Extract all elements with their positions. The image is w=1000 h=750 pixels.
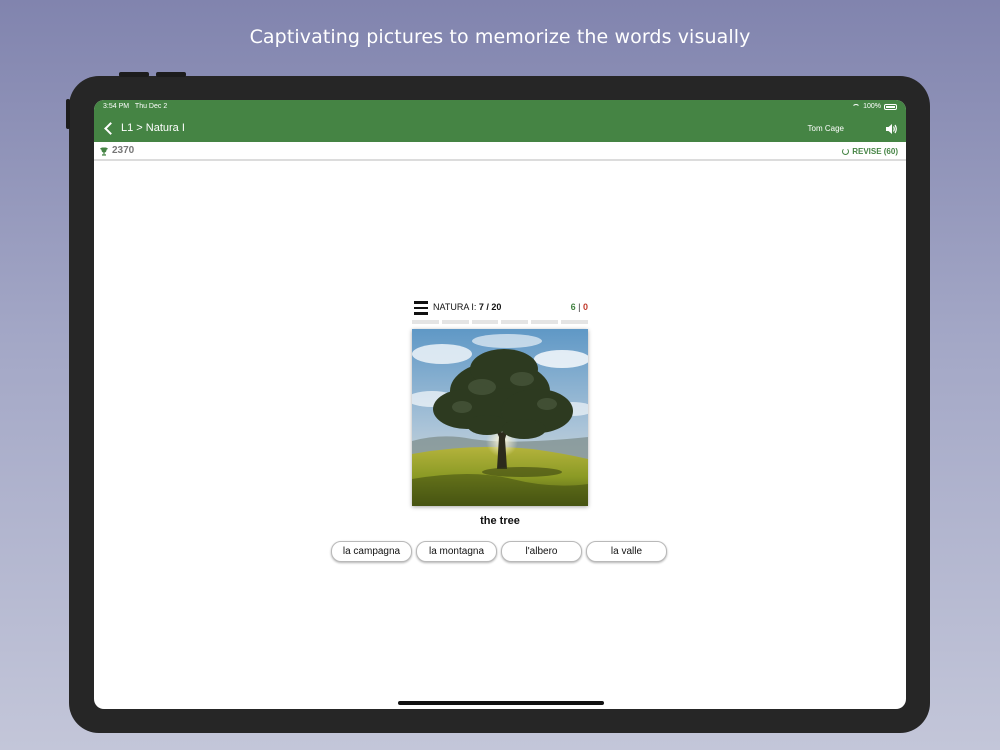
progress-segment: [441, 320, 469, 324]
battery-icon: [884, 103, 897, 110]
correct-count: 6: [570, 302, 576, 312]
progress-segment: [412, 320, 439, 324]
target-word: the tree: [480, 515, 520, 527]
status-right: 100%: [852, 103, 897, 110]
progress-segment: [531, 320, 559, 324]
battery-percent: 100%: [863, 103, 881, 110]
progress-segment: [471, 320, 499, 324]
home-indicator[interactable]: [398, 701, 604, 705]
score-bar: 2370 REVISE (60): [94, 142, 906, 161]
user-name[interactable]: Tom Cage: [808, 124, 844, 133]
lesson-name: NATURA I:: [433, 302, 479, 312]
answer-option[interactable]: la montagna: [416, 541, 497, 562]
date-text: Thu Dec 2: [134, 103, 168, 110]
answer-option[interactable]: la campagna: [331, 541, 412, 562]
hardware-button: [66, 99, 70, 129]
tree-picture: [412, 329, 588, 506]
refresh-icon: [842, 148, 850, 155]
progress-segment: [501, 320, 529, 324]
progress-bar: [412, 320, 588, 324]
tablet-frame: 3:54 PM Thu Dec 2 100% L1 > Natura I Tom…: [66, 72, 930, 733]
nav-bar: L1 > Natura I Tom Cage: [94, 116, 906, 142]
lesson-progress: NATURA I: 7 / 20: [433, 302, 501, 312]
status-time: 3:54 PM Thu Dec 2: [103, 103, 167, 110]
progress-count: 7 / 20: [478, 302, 502, 312]
quiz-header: NATURA I: 7 / 20 6 | 0: [412, 300, 588, 316]
hardware-button: [156, 72, 186, 77]
word-picture: [412, 329, 588, 506]
wifi-icon: [852, 103, 861, 110]
points-total: 2370: [112, 145, 135, 156]
answer-options: la campagna la montagna l'albero la vall…: [331, 541, 669, 562]
speaker-icon[interactable]: [885, 123, 898, 135]
progress-segment: [561, 320, 588, 324]
menu-icon[interactable]: [414, 301, 428, 315]
chevron-left-icon[interactable]: [104, 122, 117, 135]
wrong-count: 0: [582, 302, 588, 312]
hardware-button: [119, 72, 149, 77]
status-bar: 3:54 PM Thu Dec 2 100%: [94, 100, 906, 116]
quiz-score: 6 | 0: [571, 302, 588, 312]
answer-option[interactable]: l'albero: [501, 541, 582, 562]
tagline: Captivating pictures to memorize the wor…: [249, 26, 751, 48]
revise-button[interactable]: REVISE (60): [842, 147, 898, 156]
app-screen: 3:54 PM Thu Dec 2 100% L1 > Natura I Tom…: [94, 100, 906, 709]
answer-option[interactable]: la valle: [586, 541, 667, 562]
score-separator: |: [578, 302, 581, 312]
time-text: 3:54 PM: [103, 103, 130, 110]
nav-title: L1 > Natura I: [121, 122, 185, 134]
revise-label: REVISE (60): [852, 147, 898, 156]
trophy-icon: [100, 147, 108, 156]
